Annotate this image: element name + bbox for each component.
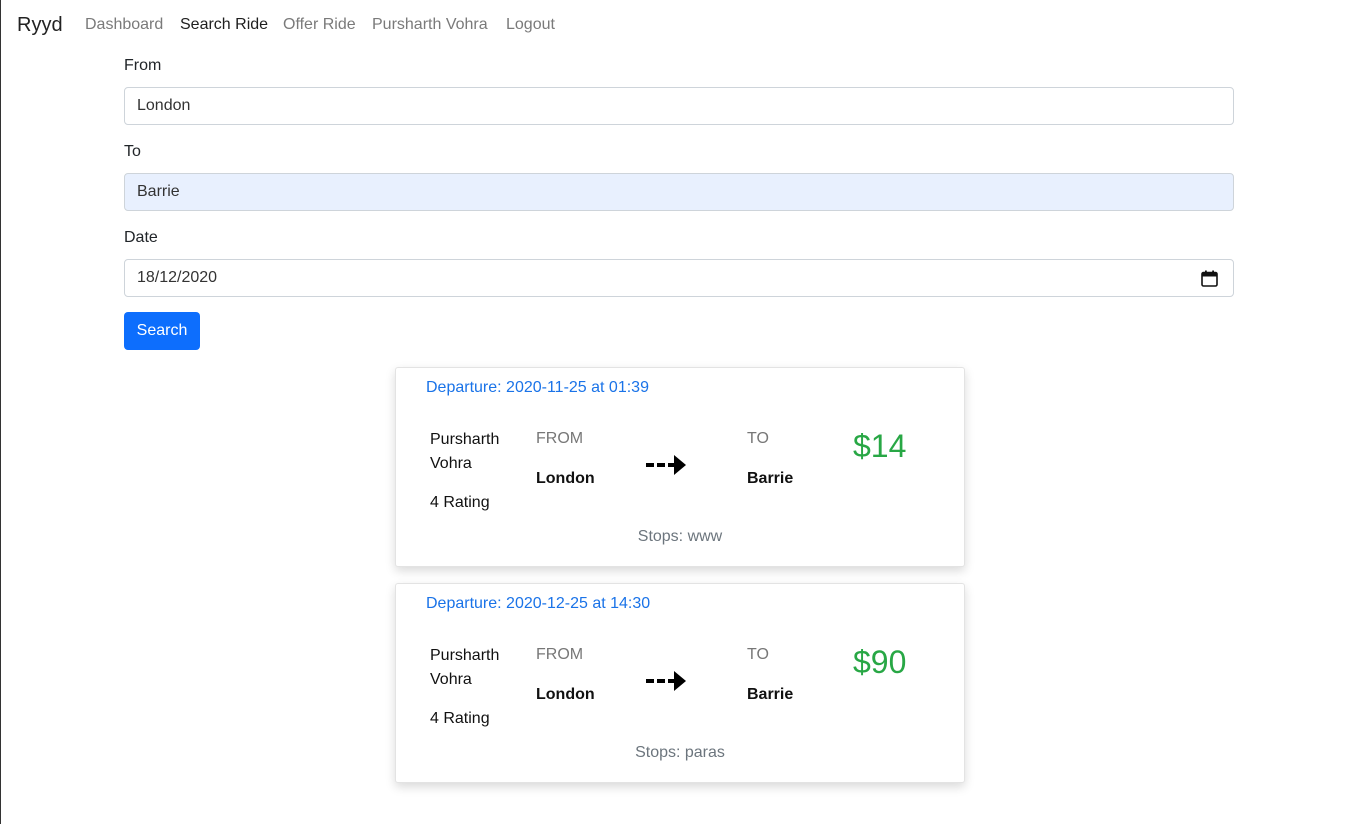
- dashed-arrow-icon: [646, 671, 686, 691]
- to-city: Barrie: [747, 470, 794, 487]
- ride-card[interactable]: Departure: 2020-11-25 at 01:39 Pursharth…: [395, 367, 965, 567]
- ride-stops: Stops: paras: [396, 744, 964, 762]
- driver-name: Pursharth Vohra: [430, 647, 500, 688]
- to-label: To: [124, 143, 141, 160]
- ride-stops-text: Stops: www: [637, 528, 723, 545]
- departure-time: Departure: 2020-12-25 at 14:30: [426, 595, 651, 612]
- ride-stops: Stops: www: [396, 528, 964, 546]
- to-input[interactable]: Barrie: [124, 173, 1234, 211]
- from-label: From: [124, 57, 162, 74]
- driver-name: Pursharth Vohra: [430, 431, 500, 472]
- nav-offer-ride[interactable]: Offer Ride: [283, 16, 356, 34]
- dashed-arrow-icon: [646, 455, 686, 475]
- from-caption: FROM: [536, 646, 584, 663]
- from-caption: FROM: [536, 430, 584, 447]
- nav-logout[interactable]: Logout: [506, 16, 555, 34]
- page-left-border: [0, 0, 1, 824]
- calendar-icon[interactable]: [1201, 270, 1218, 287]
- date-input-value: 18/12/2020: [137, 269, 218, 286]
- from-city: London: [536, 686, 595, 703]
- ride-price: $90: [853, 644, 907, 680]
- driver-rating: 4 Rating: [430, 710, 490, 727]
- ride-price: $14: [853, 428, 907, 464]
- departure-time: Departure: 2020-11-25 at 01:39: [426, 379, 649, 396]
- from-input-value: London: [137, 97, 191, 114]
- ride-stops-text: Stops: paras: [635, 744, 725, 761]
- to-caption: TO: [747, 646, 769, 663]
- to-caption: TO: [747, 430, 769, 447]
- from-input[interactable]: London: [124, 87, 1234, 125]
- brand-logo[interactable]: Ryyd: [17, 14, 63, 37]
- nav-dashboard[interactable]: Dashboard: [85, 16, 163, 34]
- driver-rating: 4 Rating: [430, 494, 490, 511]
- search-button[interactable]: Search: [124, 312, 200, 350]
- nav-user-profile[interactable]: Pursharth Vohra: [372, 16, 488, 34]
- to-input-value: Barrie: [137, 183, 180, 200]
- nav-search-ride[interactable]: Search Ride: [180, 16, 268, 34]
- to-city: Barrie: [747, 686, 794, 703]
- from-city: London: [536, 470, 595, 487]
- ride-card[interactable]: Departure: 2020-12-25 at 14:30 Pursharth…: [395, 583, 965, 783]
- date-input[interactable]: 18/12/2020: [124, 259, 1234, 297]
- date-label: Date: [124, 229, 158, 246]
- navbar: Ryyd Dashboard Search Ride Offer Ride Pu…: [0, 0, 1354, 52]
